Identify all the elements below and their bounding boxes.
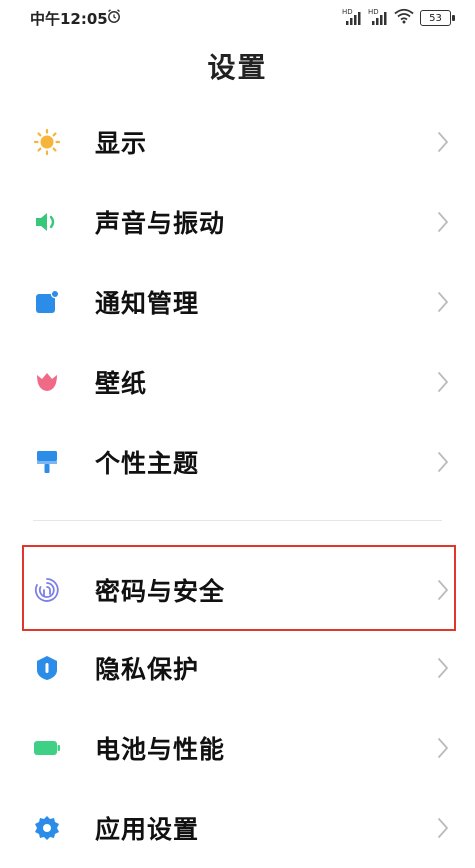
chevron-right-icon xyxy=(438,658,448,678)
chevron-right-icon xyxy=(438,292,448,312)
page-title: 设置 xyxy=(207,51,268,84)
battery-level: 53 xyxy=(429,12,442,24)
chevron-right-icon xyxy=(438,738,448,758)
settings-item-label: 电池与性能 xyxy=(95,735,226,764)
brightness-icon xyxy=(33,128,61,156)
battery-indicator: 53 xyxy=(420,10,455,26)
chevron-right-icon xyxy=(438,212,448,232)
settings-item-app-settings[interactable]: 应用设置 xyxy=(0,788,475,868)
settings-item-privacy[interactable]: 隐私保护 xyxy=(0,628,475,708)
settings-item-themes[interactable]: 个性主题 xyxy=(0,422,475,502)
settings-item-notifications[interactable]: 通知管理 xyxy=(0,262,475,342)
chevron-right-icon xyxy=(438,132,448,152)
signal-icon-1: HD xyxy=(342,8,362,26)
alarm-clock-icon xyxy=(106,8,122,28)
section-divider xyxy=(33,520,442,521)
settings-item-label: 壁纸 xyxy=(95,369,148,398)
settings-item-sound[interactable]: 声音与振动 xyxy=(0,182,475,262)
notification-icon xyxy=(33,288,61,316)
chevron-right-icon xyxy=(438,818,448,838)
paintbrush-icon xyxy=(33,448,61,476)
signal-icon-2: HD xyxy=(368,8,388,26)
settings-item-label: 显示 xyxy=(95,129,148,158)
status-bar: 中午12:05 HD HD 53 xyxy=(0,0,475,34)
chevron-right-icon xyxy=(438,452,448,472)
gear-icon xyxy=(33,814,61,842)
tulip-icon xyxy=(33,368,61,396)
speaker-icon xyxy=(33,208,61,236)
highlight-box xyxy=(22,545,456,631)
settings-item-label: 隐私保护 xyxy=(95,655,200,684)
wifi-icon xyxy=(394,8,414,28)
settings-item-label: 个性主题 xyxy=(95,449,200,478)
status-right: HD HD 53 xyxy=(342,8,455,28)
settings-item-label: 通知管理 xyxy=(95,289,200,318)
status-time: 中午12:05 xyxy=(30,10,108,28)
settings-item-label: 声音与振动 xyxy=(95,209,226,238)
settings-item-battery[interactable]: 电池与性能 xyxy=(0,708,475,788)
shield-icon xyxy=(33,654,61,682)
battery-icon xyxy=(33,734,61,762)
chevron-right-icon xyxy=(438,372,448,392)
settings-item-wallpaper[interactable]: 壁纸 xyxy=(0,342,475,422)
settings-item-display[interactable]: 显示 xyxy=(0,102,475,182)
settings-item-label: 应用设置 xyxy=(95,815,200,844)
